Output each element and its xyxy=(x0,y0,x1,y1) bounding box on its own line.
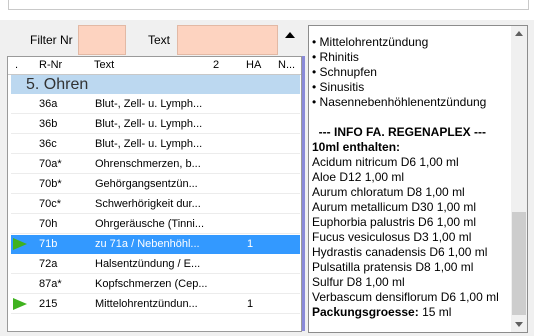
table-row[interactable]: 215 Mittelohrentzündun... 1 xyxy=(11,295,300,314)
top-strip xyxy=(0,0,534,20)
sort-up-icon[interactable] xyxy=(285,32,295,38)
scroll-thumb[interactable] xyxy=(512,212,526,315)
row-rnr: 36b xyxy=(39,118,58,130)
text-filter-label: Text xyxy=(148,33,171,47)
row-text: Gehörgangsentzün... xyxy=(95,178,198,190)
table-row[interactable]: 70h Ohrgeräusche (Tinni... xyxy=(11,215,300,234)
detail-line: • Rhinitis xyxy=(312,50,359,64)
detail-scrollbar[interactable] xyxy=(511,26,527,332)
col-indicator[interactable]: . xyxy=(15,59,18,71)
scroll-up-icon xyxy=(515,31,523,36)
remedy-table[interactable]: . R-Nr Text 2 HA N... 5. Ohren 36a Blut-,… xyxy=(7,56,302,332)
row-rnr: 215 xyxy=(39,298,58,310)
col-rnr[interactable]: R-Nr xyxy=(39,59,62,71)
row-ha: 1 xyxy=(247,238,254,250)
remedy-detail-panel[interactable]: • Mittelohrentzündung • Rhinitis • Schnupf… xyxy=(308,25,528,333)
row-text: Schwerhörigkeit dur... xyxy=(95,198,201,210)
row-text: Ohrenschmerzen, b... xyxy=(95,158,201,170)
detail-line: Acidum nitricum D6 1,00 ml xyxy=(312,155,459,169)
table-row[interactable]: 36a Blut-, Zell- u. Lymph... xyxy=(11,95,300,114)
row-text: Mittelohrentzündun... xyxy=(95,298,198,310)
row-rnr: 71b xyxy=(39,238,58,250)
row-text: zu 71a / Nebenhöhl... xyxy=(95,238,200,250)
top-field xyxy=(8,0,529,10)
detail-line: Sulfur D8 1,00 ml xyxy=(312,275,405,289)
table-row[interactable]: 36c Blut-, Zell- u. Lymph... xyxy=(11,135,300,154)
play-arrow-icon xyxy=(13,238,27,250)
package-size-value: 15 ml xyxy=(422,305,452,319)
row-rnr: 36c xyxy=(39,138,57,150)
filter-nr-label: Filter Nr xyxy=(30,33,73,47)
row-text: Ohrgeräusche (Tinni... xyxy=(95,218,205,230)
table-row[interactable]: 70c* Schwerhörigkeit dur... xyxy=(11,195,300,214)
detail-line: • Nasennebenhöhlenentzündung xyxy=(312,95,487,109)
row-ha: 1 xyxy=(247,298,254,310)
group-header[interactable]: 5. Ohren xyxy=(11,75,300,94)
scroll-down-icon xyxy=(515,322,523,327)
detail-line: Euphorbia palustris D6 1,00 ml xyxy=(312,215,477,229)
detail-line: Aurum metallicum D30 1,00 ml xyxy=(312,200,477,214)
row-text: Kopfschmerzen (Cep... xyxy=(95,278,208,290)
row-rnr: 70c* xyxy=(39,198,62,210)
table-header: . R-Nr Text 2 HA N... xyxy=(8,57,301,75)
detail-line: --- INFO FA. REGENAPLEX --- xyxy=(312,125,486,139)
package-size-label: Packungsgroesse: xyxy=(312,305,419,319)
row-text: Halsentzündung / E... xyxy=(95,258,201,270)
row-text: Blut-, Zell- u. Lymph... xyxy=(95,138,203,150)
row-rnr: 36a xyxy=(39,98,58,110)
detail-line: Verbascum densiflorum D6 1,00 ml xyxy=(312,290,499,304)
col-2[interactable]: 2 xyxy=(213,59,219,71)
package-size-line: Packungsgroesse: 15 ml xyxy=(312,305,451,319)
row-text: Blut-, Zell- u. Lymph... xyxy=(95,118,203,130)
table-row[interactable]: 70b* Gehörgangsentzün... xyxy=(11,175,300,194)
detail-line: • Schnupfen xyxy=(312,65,377,79)
filter-nr-input[interactable] xyxy=(78,25,126,55)
row-rnr: 70a* xyxy=(39,158,62,170)
play-arrow-icon xyxy=(13,298,27,310)
detail-line: Aurum chloratum D8 1,00 ml xyxy=(312,185,465,199)
row-rnr: 70b* xyxy=(39,178,62,190)
detail-line: Pulsatilla pratensis D8 1,00 ml xyxy=(312,260,474,274)
col-ha[interactable]: HA xyxy=(246,59,261,71)
detail-line: Hydrastis canadensis D6 1,00 ml xyxy=(312,245,488,259)
table-row[interactable]: 70a* Ohrenschmerzen, b... xyxy=(11,155,300,174)
row-rnr: 87a* xyxy=(39,278,62,290)
table-row[interactable]: 71b zu 71a / Nebenhöhl... 1 xyxy=(11,235,300,254)
col-text[interactable]: Text xyxy=(94,59,114,71)
detail-line: 10ml enthalten: xyxy=(312,140,401,154)
group-label: 5. Ohren xyxy=(26,76,89,93)
table-row[interactable]: 87a* Kopfschmerzen (Cep... xyxy=(11,275,300,294)
row-text: Blut-, Zell- u. Lymph... xyxy=(95,98,203,110)
grid-right-marker xyxy=(302,56,305,331)
detail-line: • Mittelohrentzündung xyxy=(312,35,429,49)
scroll-down-button[interactable] xyxy=(511,316,527,332)
table-row[interactable]: 36b Blut-, Zell- u. Lymph... xyxy=(11,115,300,134)
text-filter-input[interactable] xyxy=(177,25,278,55)
row-rnr: 72a xyxy=(39,258,58,270)
detail-line: • Sinusitis xyxy=(312,80,365,94)
row-rnr: 70h xyxy=(39,218,58,230)
scroll-up-button[interactable] xyxy=(511,26,527,42)
detail-line: Aloe D12 1,00 ml xyxy=(312,170,405,184)
detail-line: Fucus vesiculosus D3 1,00 ml xyxy=(312,230,472,244)
col-n[interactable]: N... xyxy=(278,59,295,71)
table-row[interactable]: 72a Halsentzündung / E... xyxy=(11,255,300,274)
